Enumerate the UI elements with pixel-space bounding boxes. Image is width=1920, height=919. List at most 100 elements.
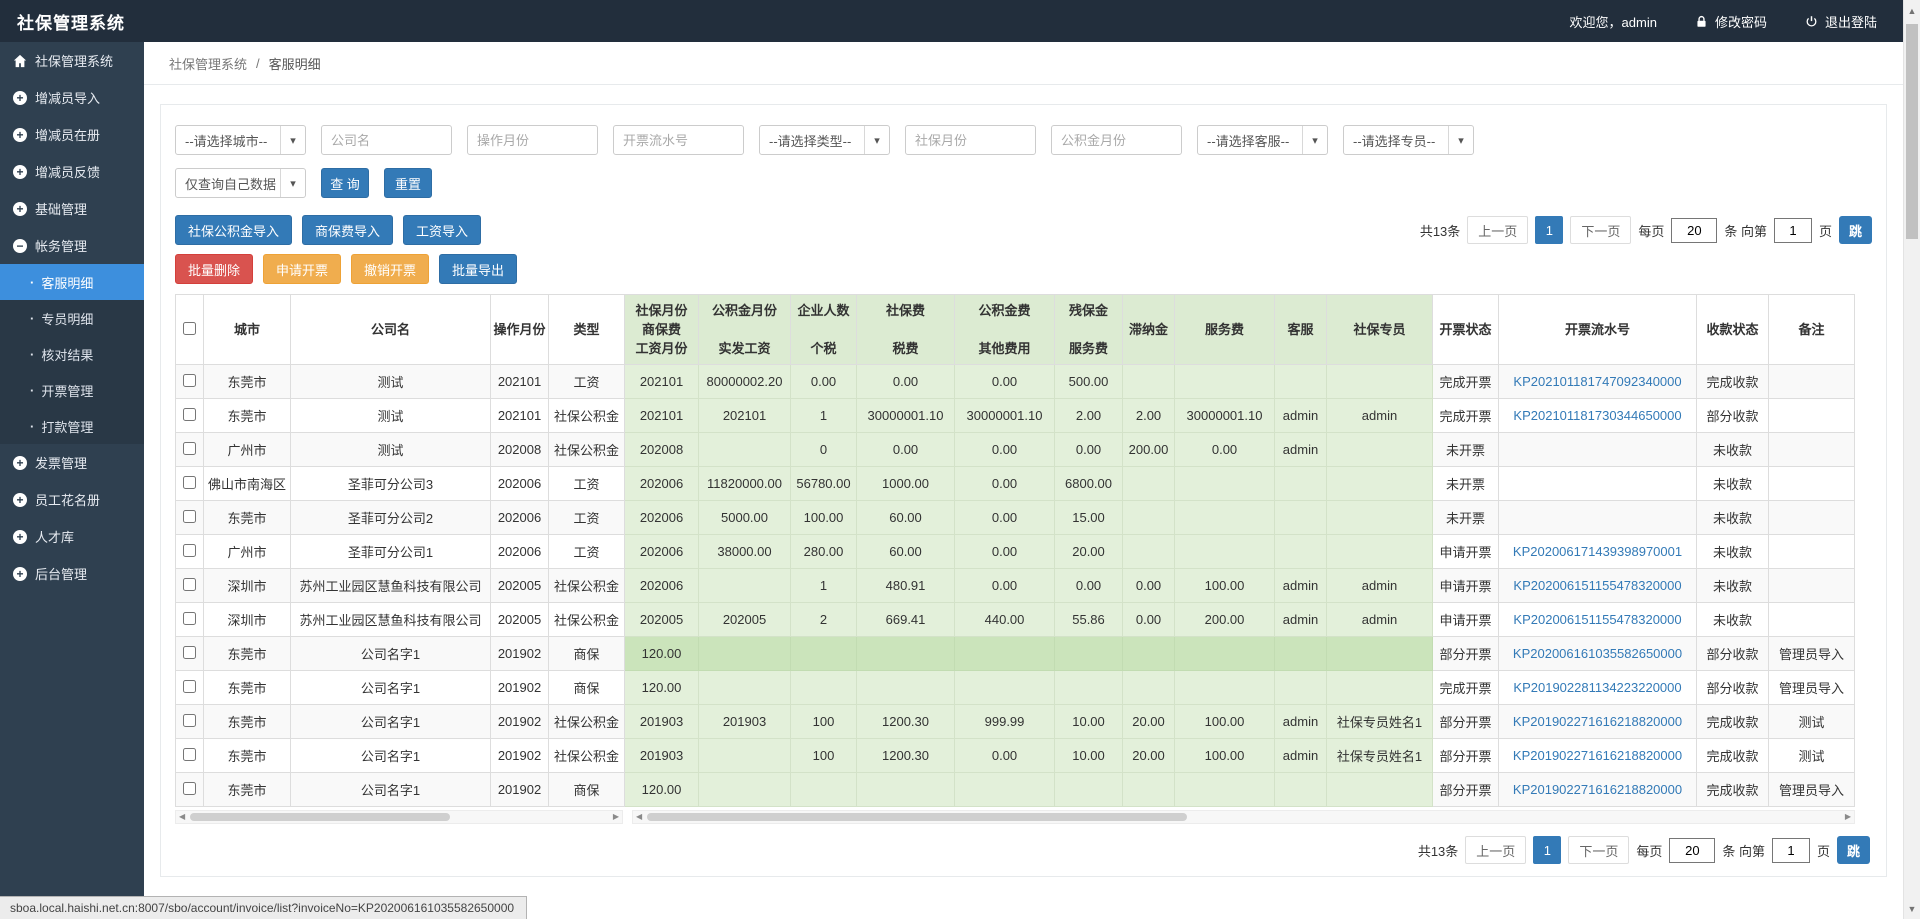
scroll-right-icon[interactable]: ▶ (613, 813, 619, 821)
page-scrollbar-thumb[interactable] (1906, 24, 1918, 239)
sidebar-item-talent-pool[interactable]: + 人才库 (0, 518, 144, 555)
change-password-button[interactable]: 修改密码 (1695, 12, 1767, 31)
sidebar-item-invoice-mgmt[interactable]: + 发票管理 (0, 444, 144, 481)
cancel-invoice-button[interactable]: 撤销开票 (351, 254, 430, 284)
current-page[interactable]: 1 (1535, 216, 1564, 244)
batch-export-button[interactable]: 批量导出 (439, 254, 518, 284)
cell-invoice-status: 申请开票 (1432, 534, 1500, 569)
scope-select[interactable]: 仅查询自己数据 ▾ (175, 168, 306, 198)
goto-page-input[interactable] (1771, 837, 1810, 863)
jump-button[interactable]: 跳 (1836, 836, 1870, 864)
content-panel: --请选择城市-- ▾ --请选择类型-- ▾ --请选择客服-- ▾ --请选择专员-- ▾… (160, 104, 1887, 877)
reset-button[interactable]: 重置 (384, 168, 432, 198)
invoice-link[interactable]: KP202006151155478320000 (1513, 612, 1681, 627)
row-checkbox[interactable] (183, 713, 196, 727)
sidebar-item-basic-mgmt[interactable]: + 基础管理 (0, 190, 144, 227)
search-button[interactable]: 查 询 (321, 168, 369, 198)
sidebar-subitem-kefu-detail[interactable]: · 客服明细 (0, 264, 144, 300)
per-page-input[interactable] (1671, 217, 1718, 243)
breadcrumb-root[interactable]: 社保管理系统 (169, 54, 247, 73)
row-checkbox[interactable] (183, 441, 196, 455)
cell-service-fee (1174, 466, 1276, 501)
cell-type: 社保公积金 (548, 602, 626, 637)
specialist-select[interactable]: --请选择专员-- ▾ (1343, 125, 1474, 155)
row-checkbox[interactable] (183, 645, 196, 659)
invoice-link[interactable]: KP201902271616218820000 (1513, 714, 1682, 729)
current-page[interactable]: 1 (1533, 836, 1562, 864)
next-page-button[interactable]: 下一页 (1570, 216, 1632, 244)
scroll-down-icon[interactable]: ▼ (1904, 904, 1920, 914)
row-checkbox[interactable] (183, 509, 196, 523)
goto-page-input[interactable] (1773, 217, 1812, 243)
sidebar-item-backend-mgmt[interactable]: + 后台管理 (0, 555, 144, 592)
h-scrollbar-thumb-right[interactable] (647, 813, 1187, 821)
prev-page-button[interactable]: 上一页 (1467, 216, 1529, 244)
sidebar-subitem-invoicing-mgmt[interactable]: · 开票管理 (0, 372, 144, 408)
scroll-left-icon[interactable]: ◀ (636, 813, 642, 821)
invoice-link[interactable]: KP202006151155478320000 (1513, 578, 1681, 593)
import-ss-fund-button[interactable]: 社保公积金导入 (175, 215, 293, 245)
invoice-link[interactable]: KP201902281134223220000 (1513, 680, 1681, 695)
sidebar-item-home[interactable]: 社保管理系统 (0, 42, 144, 79)
row-checkbox[interactable] (183, 679, 196, 693)
scroll-right-icon[interactable]: ▶ (1845, 813, 1851, 821)
row-checkbox[interactable] (183, 577, 196, 591)
row-checkbox[interactable] (183, 407, 196, 421)
h-scrollbar-right[interactable]: ◀ ▶ (632, 810, 1855, 824)
cell-company: 测试 (290, 398, 492, 433)
sidebar-subitem-check-result[interactable]: · 核对结果 (0, 336, 144, 372)
apply-invoice-button[interactable]: 申请开票 (263, 254, 342, 284)
per-page-input[interactable] (1669, 837, 1716, 863)
page-scrollbar[interactable]: ▲ ▼ (1903, 0, 1920, 919)
logout-button[interactable]: 退出登陆 (1805, 12, 1877, 31)
prev-page-button[interactable]: 上一页 (1465, 836, 1527, 864)
company-input[interactable] (321, 125, 452, 155)
type-select[interactable]: --请选择类型-- ▾ (759, 125, 890, 155)
invoice-link[interactable]: KP201902271616218820000 (1513, 748, 1682, 763)
jump-button[interactable]: 跳 (1838, 216, 1872, 244)
cell-company: 圣菲可分公司2 (290, 500, 492, 535)
sidebar-item-member-roster[interactable]: + 增减员在册 (0, 116, 144, 153)
per-page-label: 每页 (1636, 843, 1663, 859)
scroll-up-icon[interactable]: ▲ (1904, 6, 1920, 16)
row-checkbox[interactable] (183, 781, 196, 795)
sidebar-item-employee-roster[interactable]: + 员工花名册 (0, 481, 144, 518)
sidebar-item-member-import[interactable]: + 增减员导入 (0, 79, 144, 116)
row-checkbox[interactable] (183, 475, 196, 489)
invoice-link[interactable]: KP202006171439398970001 (1513, 544, 1682, 559)
sidebar-subitem-specialist-detail[interactable]: · 专员明细 (0, 300, 144, 336)
row-checkbox[interactable] (183, 543, 196, 557)
op-month-input[interactable] (467, 125, 598, 155)
invoice-link[interactable]: KP202101181730344650000 (1513, 408, 1681, 423)
h-scrollbar-left[interactable]: ◀ ▶ (175, 810, 623, 824)
sidebar-subitem-label: 核对结果 (41, 347, 94, 363)
invoice-link[interactable]: KP202006161035582650000 (1513, 646, 1682, 661)
cell-cbj-fee: 55.86 (1054, 602, 1124, 637)
row-checkbox[interactable] (183, 373, 196, 387)
cell-op-month: 202101 (490, 398, 550, 433)
cell-ss-fee: 60.00 (856, 534, 956, 569)
scroll-left-icon[interactable]: ◀ (179, 813, 185, 821)
cell-cbj-fee (1054, 772, 1124, 807)
h-scrollbar-thumb-left[interactable] (190, 813, 450, 821)
import-commercial-button[interactable]: 商保费导入 (302, 215, 394, 245)
cell-service-fee (1174, 364, 1276, 399)
fund-month-input[interactable] (1051, 125, 1182, 155)
kefu-select[interactable]: --请选择客服-- ▾ (1197, 125, 1328, 155)
plus-circle-icon: + (13, 455, 27, 470)
invoice-link[interactable]: KP202101181747092340000 (1513, 374, 1681, 389)
invoice-link[interactable]: KP201902271616218820000 (1513, 782, 1682, 797)
invoice-no-input[interactable] (613, 125, 744, 155)
sidebar-item-member-feedback[interactable]: + 增减员反馈 (0, 153, 144, 190)
sidebar-item-account-mgmt[interactable]: − 帐务管理 (0, 227, 144, 264)
next-page-button[interactable]: 下一页 (1568, 836, 1630, 864)
sidebar-subitem-payment-mgmt[interactable]: · 打款管理 (0, 408, 144, 444)
select-all-checkbox[interactable] (183, 321, 196, 335)
city-select[interactable]: --请选择城市-- ▾ (175, 125, 306, 155)
batch-delete-button[interactable]: 批量删除 (175, 254, 254, 284)
row-checkbox[interactable] (183, 611, 196, 625)
import-salary-button[interactable]: 工资导入 (403, 215, 482, 245)
ss-month-input[interactable] (905, 125, 1036, 155)
cell-invoice-status: 部分开票 (1432, 772, 1500, 807)
row-checkbox[interactable] (183, 747, 196, 761)
